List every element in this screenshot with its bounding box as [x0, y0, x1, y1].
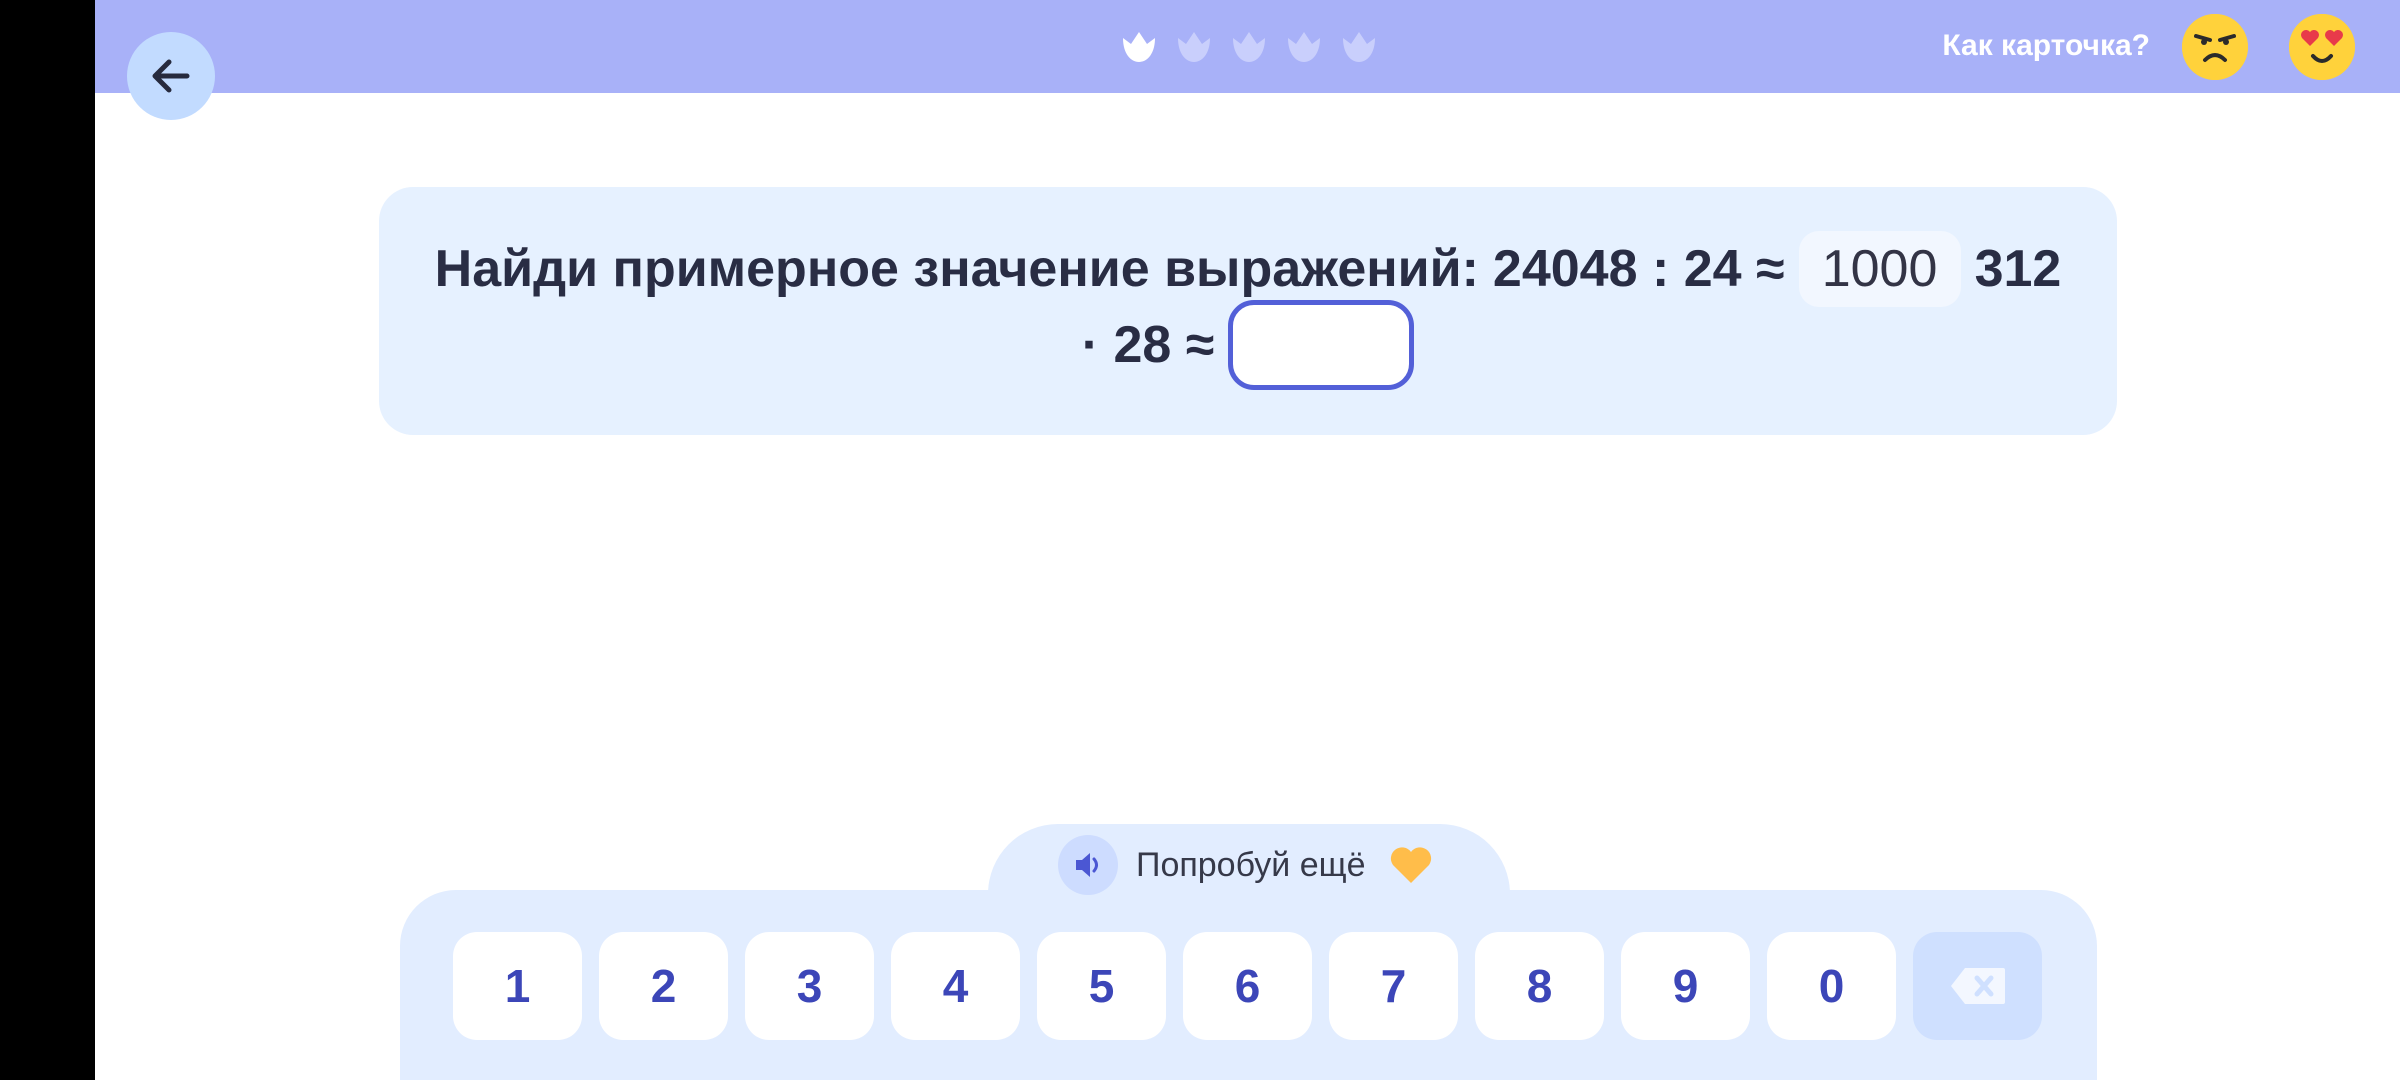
- love-emoji-button[interactable]: [2289, 14, 2355, 80]
- expression-1: 24048 : 24 ≈: [1492, 240, 1785, 298]
- key-6[interactable]: 6: [1183, 932, 1312, 1040]
- top-bar: Как карточка?: [95, 0, 2400, 93]
- angry-emoji-button[interactable]: [2182, 14, 2248, 80]
- key-1[interactable]: 1: [453, 932, 582, 1040]
- heart-eyes-face-icon: [2289, 14, 2355, 80]
- back-button[interactable]: [127, 32, 215, 120]
- key-3[interactable]: 3: [745, 932, 874, 1040]
- key-0[interactable]: 0: [1767, 932, 1896, 1040]
- hint-text: Попробуй ещё: [1136, 845, 1366, 884]
- answer-input[interactable]: [1228, 300, 1415, 390]
- progress-step-icon: [1288, 32, 1320, 62]
- key-9[interactable]: 9: [1621, 932, 1750, 1040]
- arrow-left-icon: [152, 59, 190, 93]
- expression-1-answer: 1000: [1798, 231, 1961, 307]
- app-screen: Как карточка? Найди примерное значение в…: [95, 0, 2400, 1080]
- backspace-icon: [1950, 968, 2005, 1004]
- key-7[interactable]: 7: [1329, 932, 1458, 1040]
- expression-2-end: · 28 ≈: [1081, 316, 1215, 374]
- feedback-label: Как карточка?: [1942, 29, 2150, 62]
- task-line-1: Найди примерное значение выражений: 2404…: [379, 229, 2117, 309]
- key-8[interactable]: 8: [1475, 932, 1604, 1040]
- heart-icon: [1390, 847, 1431, 883]
- backspace-button[interactable]: [1913, 932, 2042, 1040]
- hint-bar: Попробуй ещё: [1058, 835, 1434, 895]
- speaker-icon: [1076, 853, 1098, 877]
- keys-row: 1 2 3 4 5 6 7 8 9 0: [453, 932, 2042, 1040]
- task-prompt: Найди примерное значение выражений:: [434, 240, 1479, 298]
- task-card: Найди примерное значение выражений: 2404…: [379, 187, 2117, 435]
- key-5[interactable]: 5: [1037, 932, 1166, 1040]
- progress-indicator: [1121, 28, 1377, 64]
- sound-button[interactable]: [1058, 835, 1118, 895]
- progress-step-done-icon: [1123, 32, 1155, 62]
- key-4[interactable]: 4: [891, 932, 1020, 1040]
- angry-face-icon: [2182, 14, 2248, 80]
- progress-step-icon: [1178, 32, 1210, 62]
- key-2[interactable]: 2: [599, 932, 728, 1040]
- expression-2-start: 312: [1974, 240, 2062, 298]
- progress-step-icon: [1233, 32, 1265, 62]
- progress-step-icon: [1343, 32, 1375, 62]
- task-line-2: · 28 ≈: [379, 300, 2117, 390]
